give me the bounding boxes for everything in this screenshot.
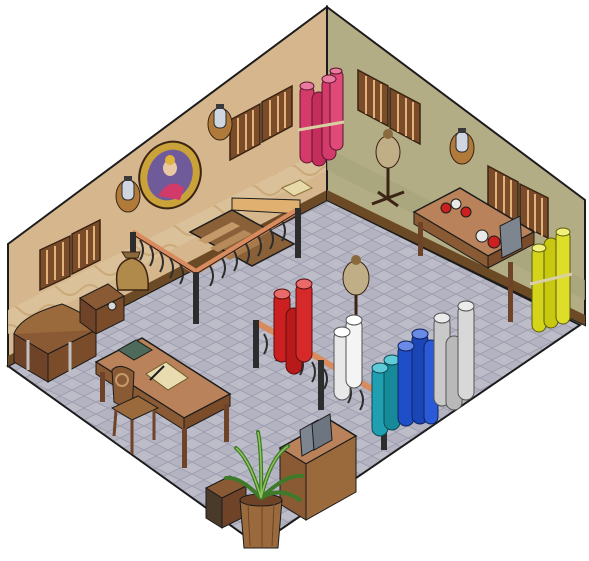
fabric-rolls-white[interactable] bbox=[333, 314, 363, 401]
fabric-rolls-blue[interactable] bbox=[397, 328, 439, 427]
fabric-rolls-teal[interactable] bbox=[371, 354, 401, 437]
shop-room-scene bbox=[6, 5, 586, 549]
